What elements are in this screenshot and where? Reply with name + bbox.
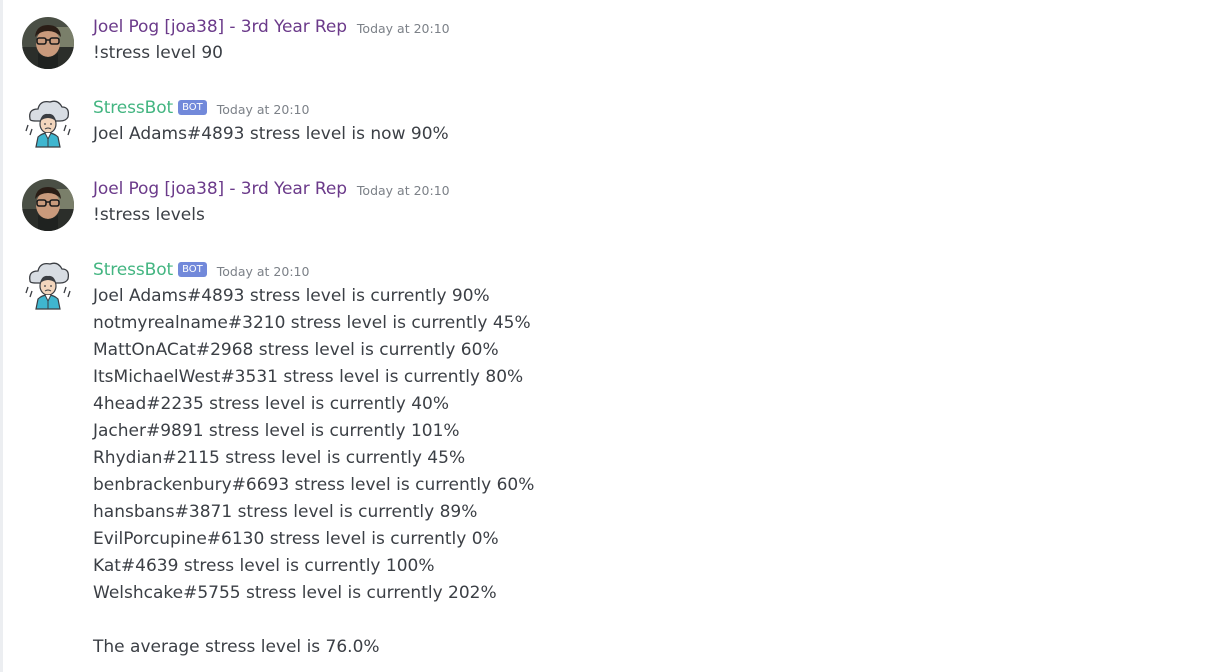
message-timestamp[interactable]: Today at 20:10 bbox=[217, 102, 310, 117]
message-author[interactable]: StressBot bbox=[93, 260, 173, 280]
message-text: notmyrealname#3210 stress level is curre… bbox=[93, 313, 531, 333]
bot-tag: BOT bbox=[178, 99, 207, 115]
message-text: EvilPorcupine#6130 stress level is curre… bbox=[93, 529, 499, 549]
message-header: StressBot BOT Today at 20:10 bbox=[93, 95, 1211, 121]
message-text: The average stress level is 76.0% bbox=[93, 637, 380, 657]
message-author[interactable]: StressBot bbox=[93, 98, 173, 118]
message-text: Rhydian#2115 stress level is currently 4… bbox=[93, 448, 466, 468]
message-timestamp[interactable]: Today at 20:10 bbox=[217, 264, 310, 279]
message-text: Welshcake#5755 stress level is currently… bbox=[93, 583, 497, 603]
message-text: hansbans#3871 stress level is currently … bbox=[93, 502, 478, 522]
message-author[interactable]: Joel Pog [joa38] - 3rd Year Rep bbox=[93, 179, 347, 199]
message-timestamp[interactable]: Today at 20:10 bbox=[357, 21, 450, 36]
message-author[interactable]: Joel Pog [joa38] - 3rd Year Rep bbox=[93, 17, 347, 37]
message-text: 4head#2235 stress level is currently 40% bbox=[93, 394, 449, 414]
message-text: !stress levels bbox=[93, 205, 205, 225]
message-text: benbrackenbury#6693 stress level is curr… bbox=[93, 475, 535, 495]
message-header: Joel Pog [joa38] - 3rd Year Rep Today at… bbox=[93, 176, 1211, 202]
message-header: Joel Pog [joa38] - 3rd Year Rep Today at… bbox=[93, 14, 1211, 40]
message-timestamp[interactable]: Today at 20:10 bbox=[357, 183, 450, 198]
user-photo-avatar[interactable] bbox=[22, 17, 74, 69]
rain-cloud-person-avatar[interactable] bbox=[22, 97, 74, 149]
message-text: Kat#4639 stress level is currently 100% bbox=[93, 556, 435, 576]
message-text: !stress level 90 bbox=[93, 43, 223, 63]
rain-cloud-person-avatar[interactable] bbox=[22, 259, 74, 311]
message-text: MattOnACat#2968 stress level is currentl… bbox=[93, 340, 499, 360]
message-text: ItsMichaelWest#3531 stress level is curr… bbox=[93, 367, 524, 387]
message-header: StressBot BOT Today at 20:10 bbox=[93, 257, 1211, 283]
message-text: Joel Adams#4893 stress level is currentl… bbox=[93, 286, 490, 306]
message-text: Jacher#9891 stress level is currently 10… bbox=[93, 421, 460, 441]
chat-left-border bbox=[0, 0, 3, 672]
user-photo-avatar[interactable] bbox=[22, 179, 74, 231]
message-text: Joel Adams#4893 stress level is now 90% bbox=[93, 124, 449, 144]
bot-tag: BOT bbox=[178, 261, 207, 277]
